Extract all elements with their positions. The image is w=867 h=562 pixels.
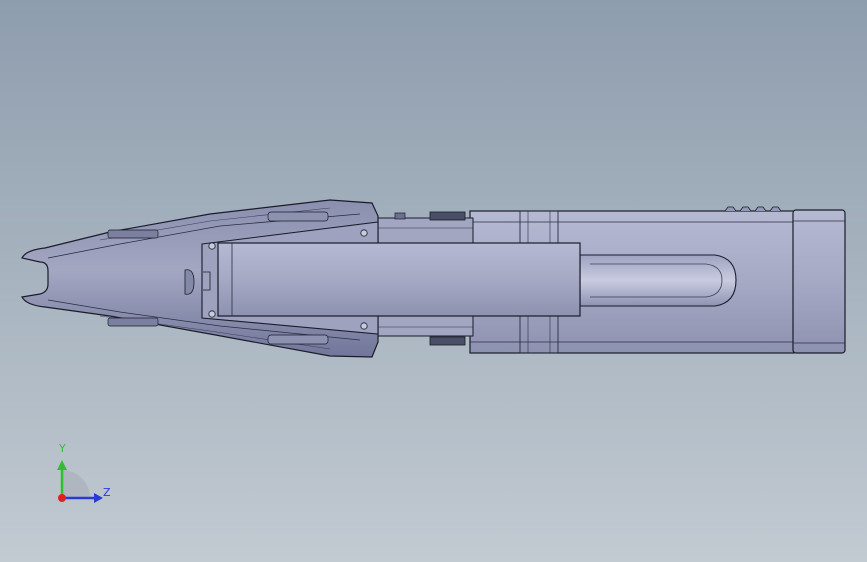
rotary-ring — [579, 254, 737, 307]
view-triad[interactable] — [40, 440, 120, 510]
cad-viewport[interactable]: Y Z — [0, 0, 867, 562]
clamp-meter-model[interactable] — [0, 0, 867, 562]
triad-z-label: Z — [103, 486, 111, 499]
triad-y-label: Y — [59, 442, 66, 455]
